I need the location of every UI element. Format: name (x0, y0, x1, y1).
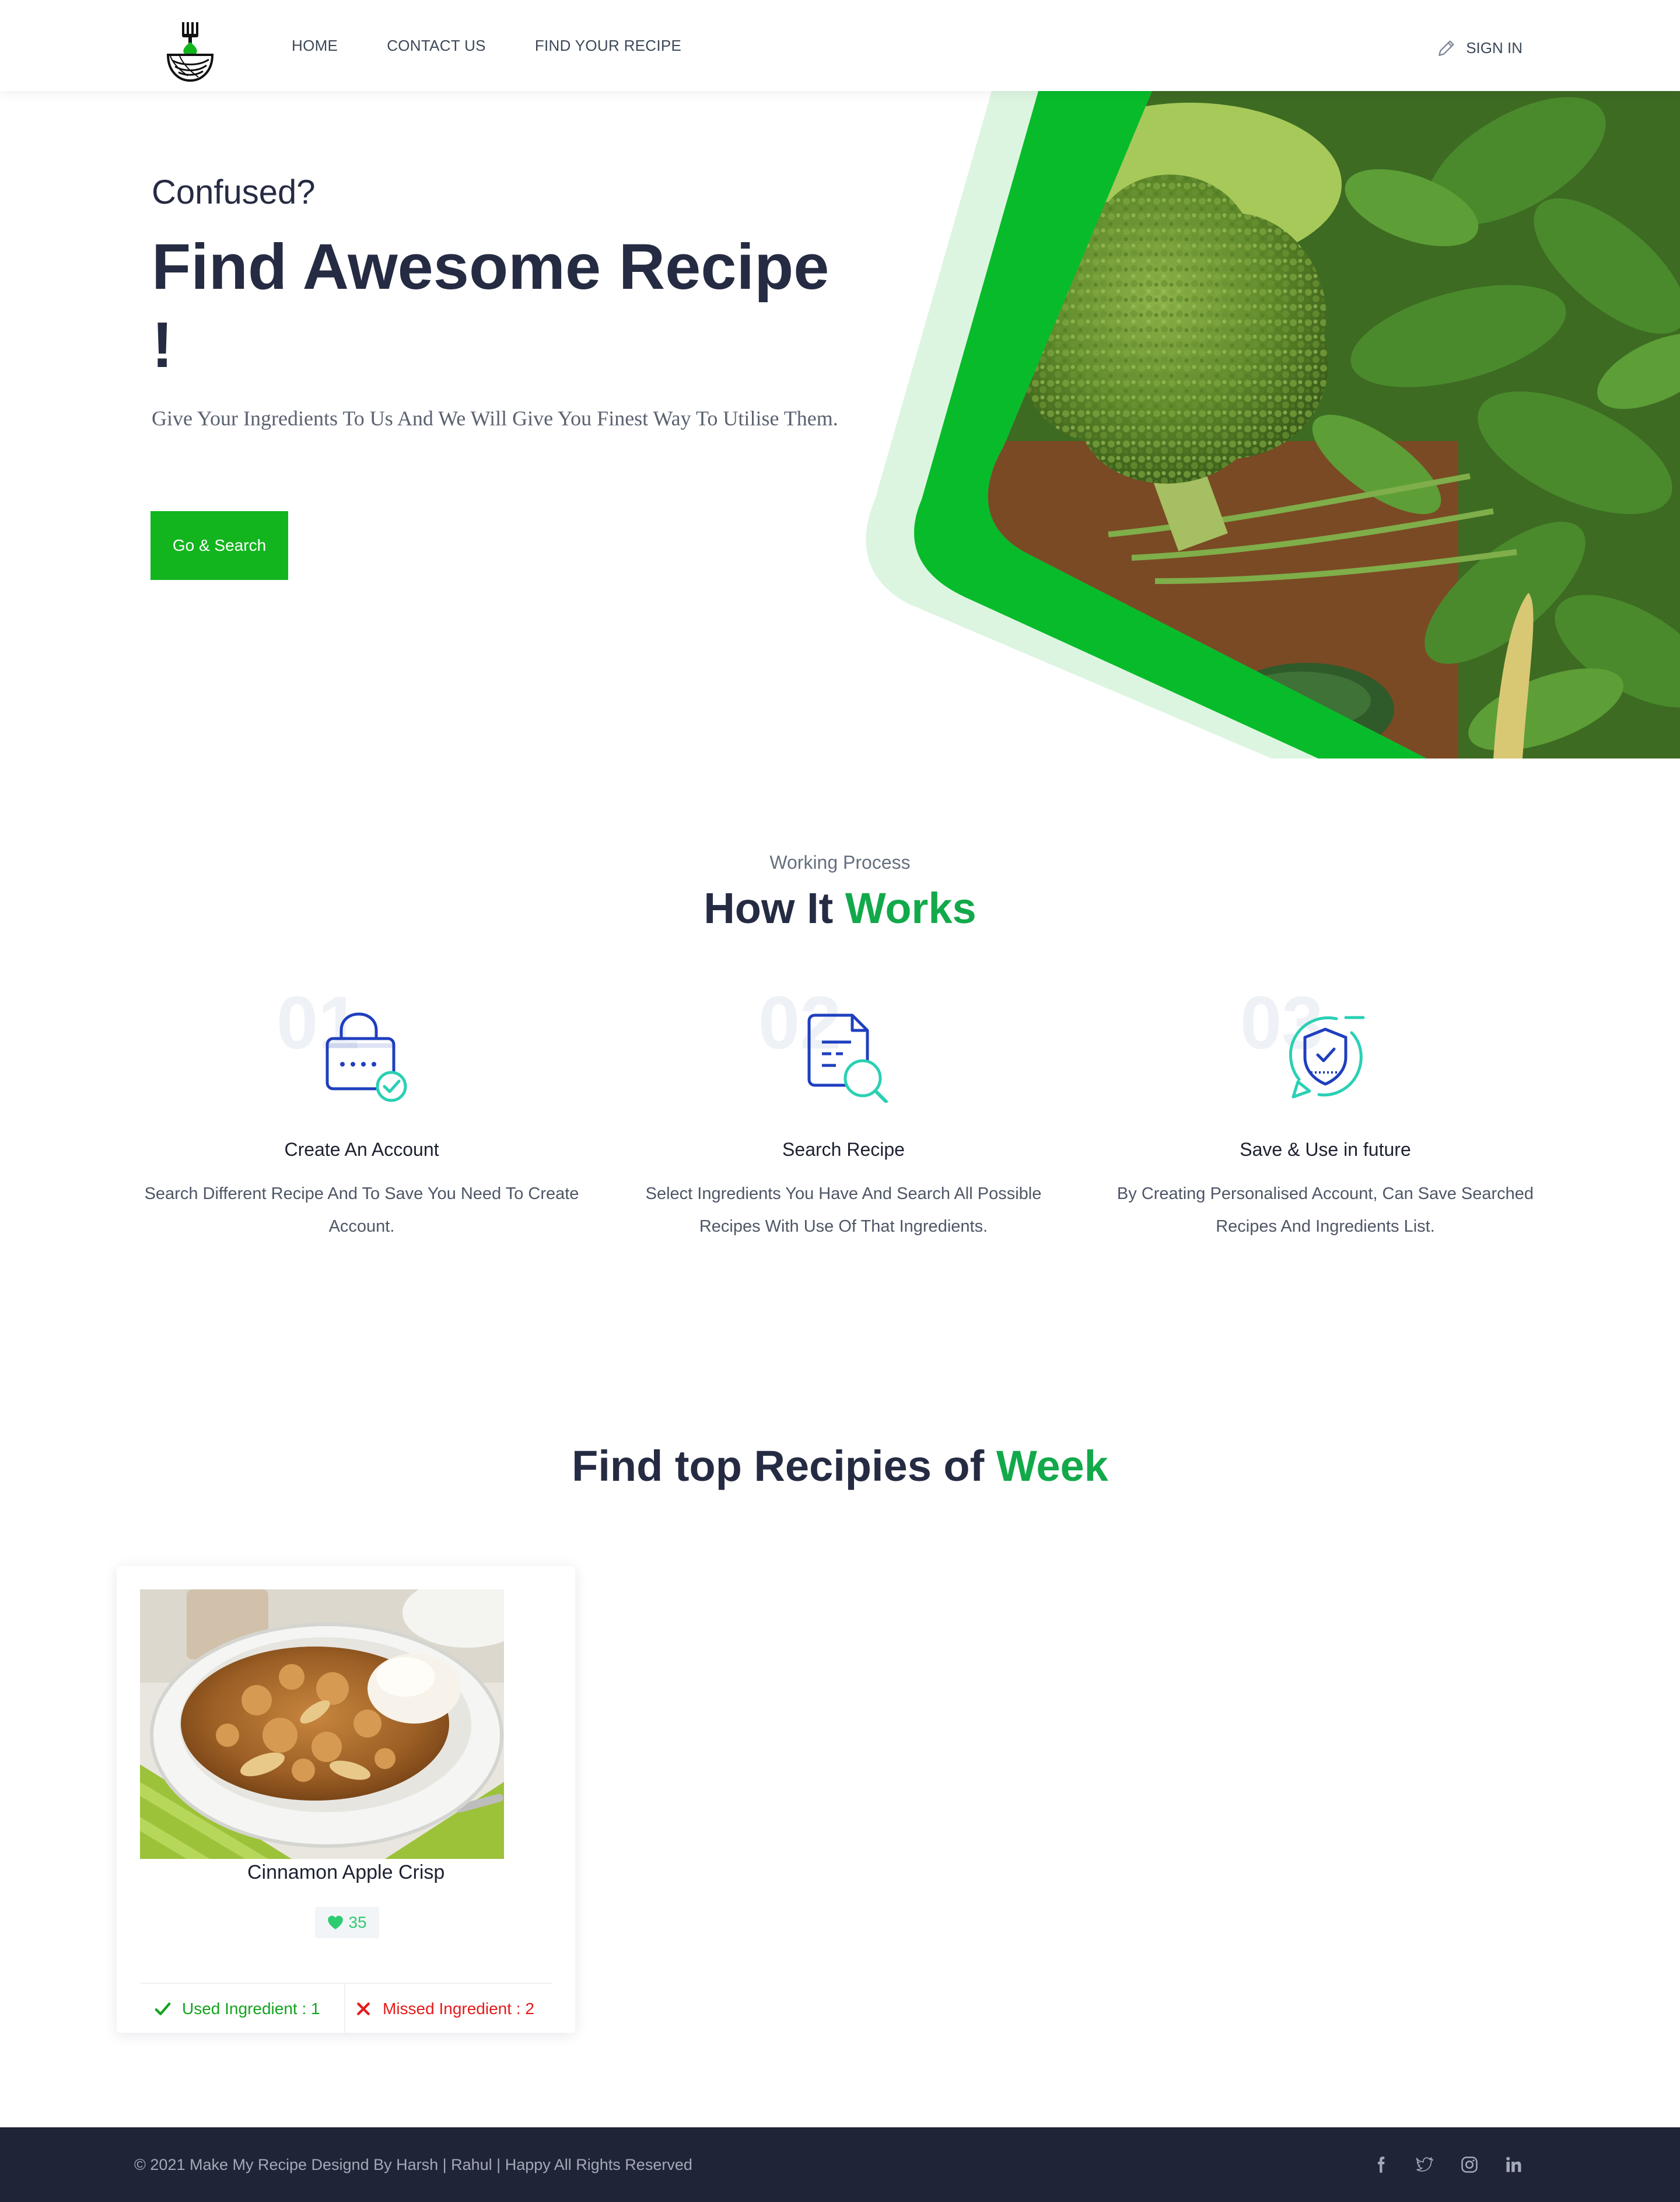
missed-ingredient-label: Missed Ingredient : 2 (383, 2000, 534, 2018)
site-header: HOME CONTACT US FIND YOUR RECIPE SIGN IN (0, 0, 1680, 91)
nav-find-recipe-link[interactable]: FIND YOUR RECIPE (535, 37, 681, 55)
site-footer: © 2021 Make My Recipe Designd By Harsh |… (0, 2127, 1680, 2202)
linkedin-icon[interactable] (1505, 2156, 1522, 2173)
ingredient-summary: Used Ingredient : 1 Missed Ingredient : … (140, 1983, 552, 2034)
go-search-button[interactable]: Go & Search (150, 511, 288, 580)
facebook-icon[interactable] (1372, 2156, 1390, 2173)
like-badge[interactable]: 35 (315, 1907, 379, 1938)
pencil-icon (1438, 40, 1454, 56)
instagram-icon[interactable] (1461, 2156, 1478, 2173)
hero-section: Confused? Find Awesome Recipe ! Give You… (0, 91, 1680, 759)
step-description: Select Ingredients You Have And Search A… (645, 1184, 1042, 1236)
shield-check-icon (1289, 1016, 1365, 1099)
logo-icon[interactable] (162, 22, 218, 84)
recipes-title-plain: Find top Recipies of (572, 1442, 996, 1490)
recipes-title-accent: Week (996, 1442, 1108, 1490)
recipe-title[interactable]: Cinnamon Apple Crisp (117, 1861, 575, 1884)
nav-contact-link[interactable]: CONTACT US (387, 37, 486, 55)
step-title: Save & Use in future (1240, 1139, 1411, 1160)
hero-title: Find Awesome Recipe ! (152, 231, 830, 381)
sign-in-link[interactable]: SIGN IN (1437, 0, 1522, 96)
document-search-icon (807, 1013, 888, 1103)
social-links (1372, 2127, 1522, 2202)
used-ingredient-label: Used Ingredient : 1 (182, 2000, 320, 2018)
how-title-accent: Works (845, 884, 977, 932)
twitter-icon[interactable] (1416, 2156, 1434, 2173)
main-nav: HOME CONTACT US FIND YOUR RECIPE (292, 0, 681, 91)
heart-icon (328, 1916, 344, 1930)
how-title: How It Works (0, 883, 1680, 933)
used-ingredient[interactable]: Used Ingredient : 1 (140, 1984, 345, 2034)
copyright-text: © 2021 Make My Recipe Designd By Harsh |… (134, 2155, 692, 2173)
step-description: By Creating Personalised Account, Can Sa… (1116, 1184, 1534, 1236)
nav-home-link[interactable]: HOME (292, 37, 338, 55)
recipes-title: Find top Recipies of Week (0, 1441, 1680, 1491)
step-title: Create An Account (284, 1139, 439, 1160)
how-title-plain: How It (704, 884, 845, 932)
check-icon (155, 2002, 171, 2015)
hero-text-block: Confused? Find Awesome Recipe ! Give You… (152, 173, 852, 437)
step-description: Search Different Recipe And To Save You … (144, 1184, 579, 1236)
lock-check-icon (326, 1012, 407, 1102)
hero-kicker: Confused? (152, 173, 316, 211)
close-icon (357, 2002, 370, 2015)
missed-ingredient[interactable]: Missed Ingredient : 2 (345, 1984, 534, 2034)
like-count: 35 (348, 1913, 367, 1931)
hero-subtitle: Give Your Ingredients To Us And We Will … (152, 407, 838, 430)
step-title: Search Recipe (782, 1139, 905, 1160)
steps-row: 01 Create An Account Search Different Re… (140, 986, 1563, 1243)
sign-in-label: SIGN IN (1466, 39, 1522, 57)
recipe-card[interactable]: Cinnamon Apple Crisp 35 Used Ingredient … (117, 1566, 575, 2034)
recipe-image[interactable] (140, 1589, 504, 1859)
how-kicker: Working Process (769, 852, 911, 873)
